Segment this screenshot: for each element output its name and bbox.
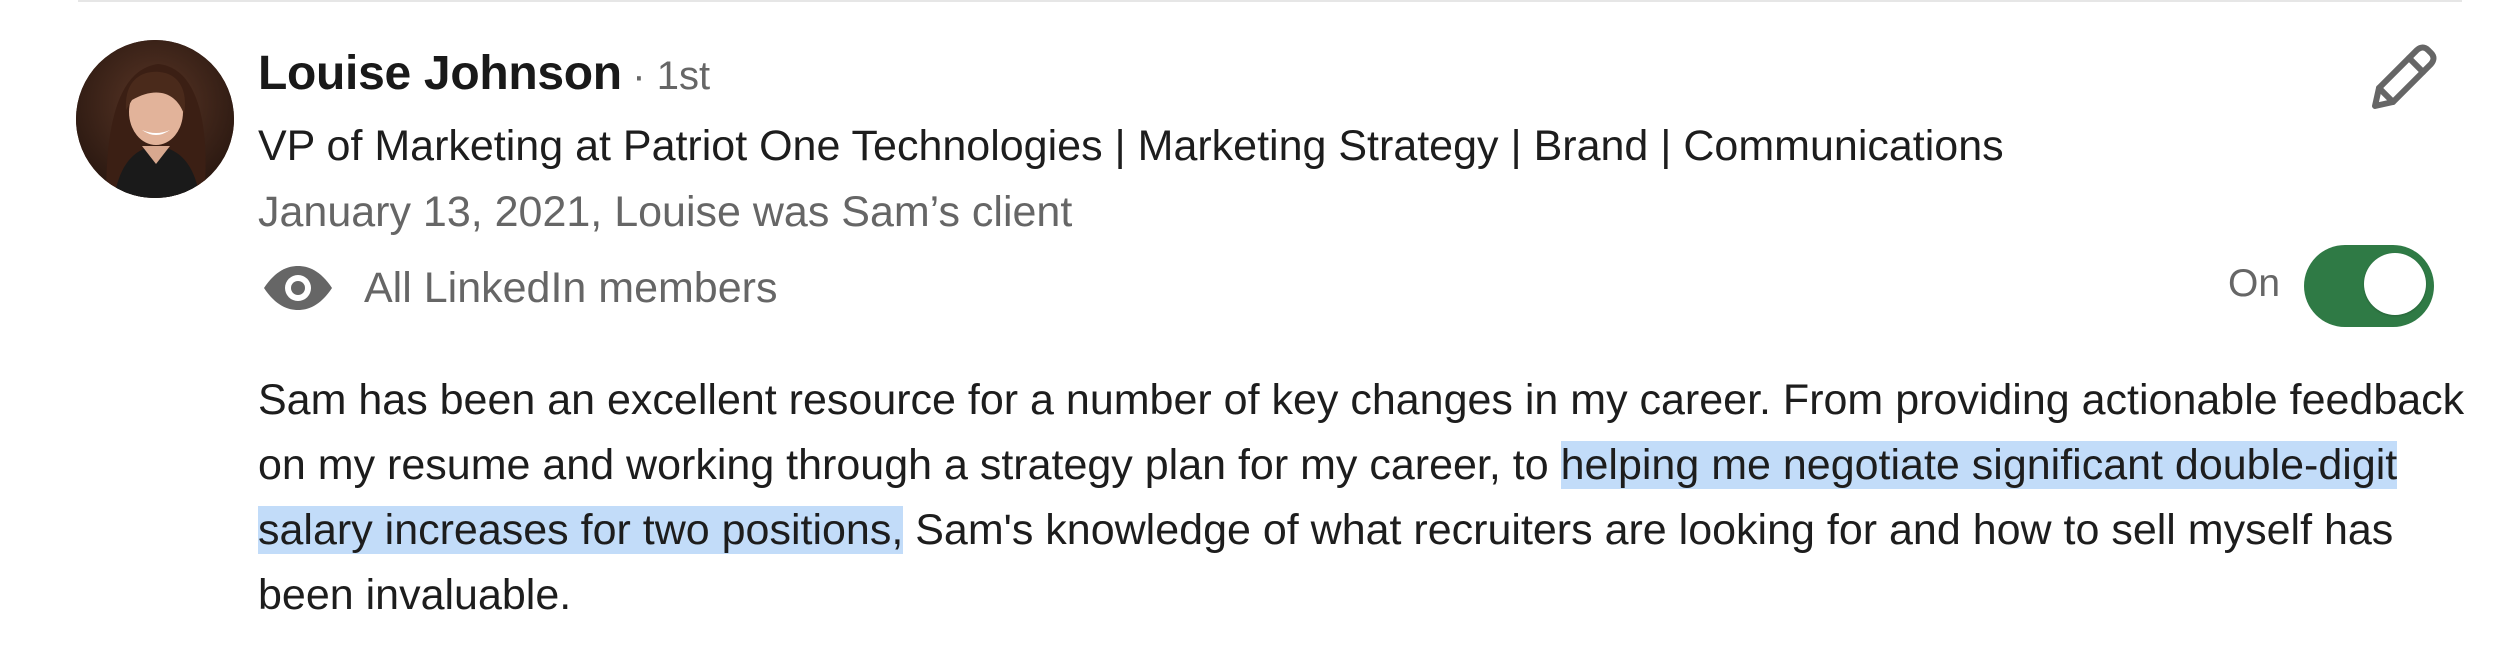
avatar[interactable]: [76, 40, 234, 198]
avatar-photo: [76, 40, 234, 198]
author-name-line: Louise Johnson · 1st: [258, 46, 710, 101]
recommendation-text: Sam has been an excellent resource for a…: [258, 368, 2478, 628]
connection-degree: · 1st: [632, 54, 711, 98]
pencil-icon[interactable]: [2365, 42, 2439, 116]
top-divider: [78, 0, 2462, 2]
relationship-date: January 13, 2021, Louise was Sam’s clien…: [258, 188, 1073, 236]
toggle-knob: [2364, 253, 2426, 315]
author-name[interactable]: Louise Johnson: [258, 47, 622, 100]
visibility-toggle[interactable]: [2304, 245, 2434, 327]
toggle-state-label: On: [2228, 262, 2281, 305]
eye-icon: [264, 266, 332, 310]
author-headline: VP of Marketing at Patriot One Technolog…: [258, 122, 2004, 170]
visibility-setting: All LinkedIn members: [262, 258, 777, 318]
visibility-label: All LinkedIn members: [364, 263, 778, 312]
